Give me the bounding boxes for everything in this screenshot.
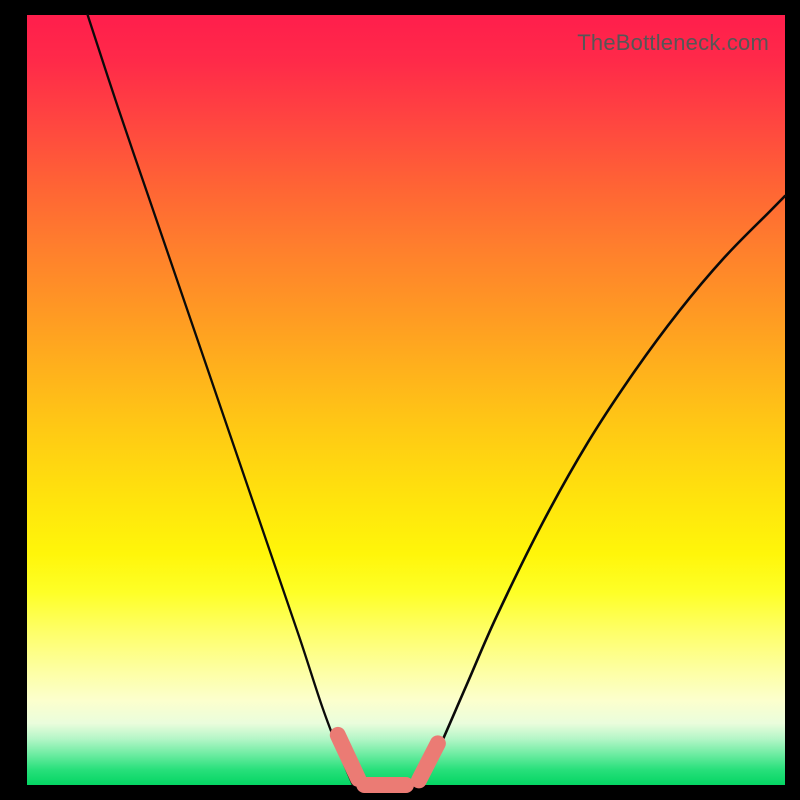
highlight-left-dash [338,735,358,779]
chart-svg [27,15,785,785]
left-curve [88,15,353,785]
plot-area: TheBottleneck.com [27,15,785,785]
chart-frame: TheBottleneck.com [0,0,800,800]
right-curve [421,196,785,785]
watermark-text: TheBottleneck.com [577,30,769,56]
highlight-right-dash [419,743,438,780]
